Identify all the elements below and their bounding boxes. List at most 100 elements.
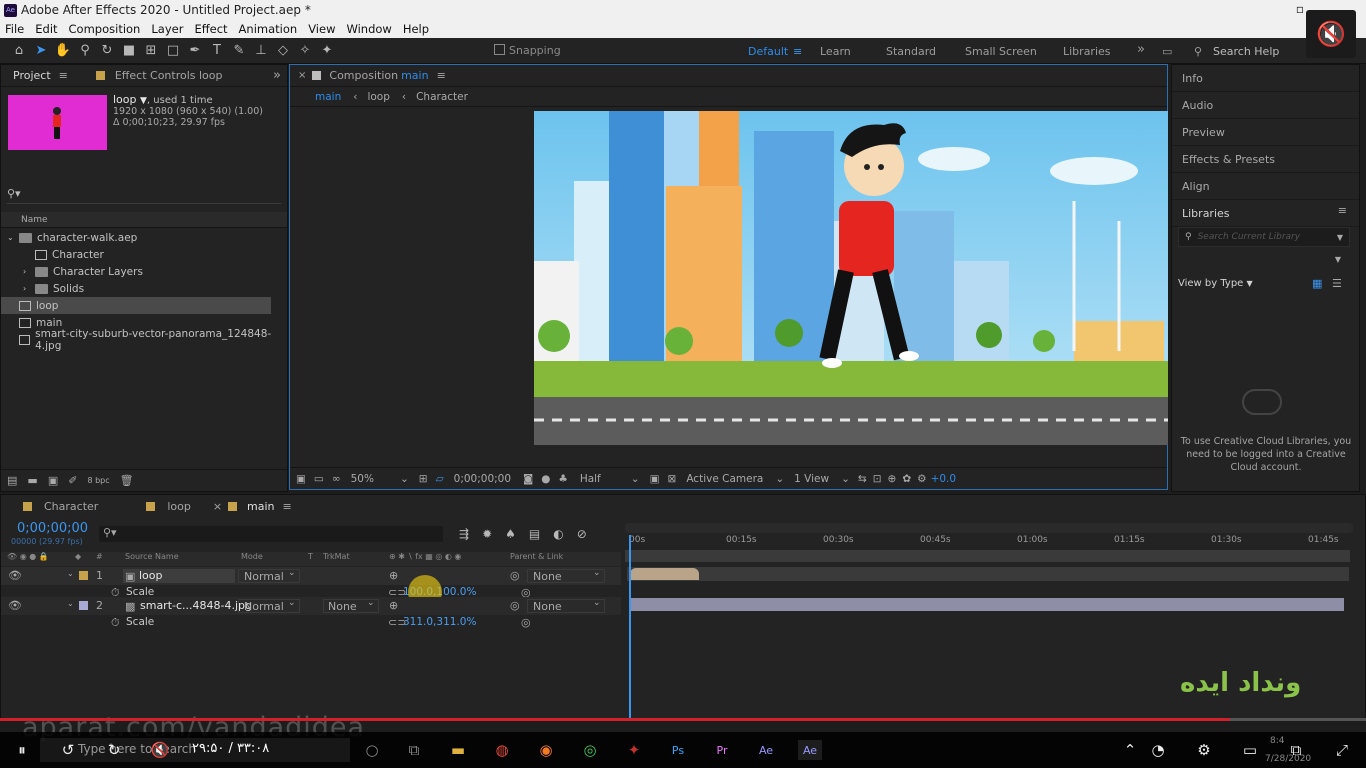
project-list-item[interactable]: Character xyxy=(1,246,287,263)
project-menu-icon[interactable]: ≡ xyxy=(59,69,68,82)
timeline-menu-icon[interactable]: ≡ xyxy=(283,500,292,513)
pick-whip-icon[interactable]: ◎ xyxy=(510,569,520,582)
views-select[interactable]: 1 View xyxy=(794,473,829,485)
rotate-tool-icon[interactable]: ↻ xyxy=(96,40,118,62)
menu-composition[interactable]: Composition xyxy=(64,22,147,36)
panel-audio[interactable]: Audio xyxy=(1172,92,1359,119)
menu-view[interactable]: View xyxy=(303,22,341,36)
libraries-search[interactable]: ⚲ Search Current Library ▼ xyxy=(1178,227,1350,247)
graph-editor-icon[interactable]: ⊘ xyxy=(577,527,587,541)
interpret-footage-icon[interactable]: ▤ xyxy=(7,474,17,487)
list-view-icon[interactable]: ☰ xyxy=(1332,277,1342,290)
toggle-mask-icon[interactable]: ▱ xyxy=(436,473,444,485)
snapshot-icon[interactable]: ▣ xyxy=(296,473,306,485)
menu-help[interactable]: Help xyxy=(398,22,435,36)
zoom-dropdown-icon[interactable]: ⌄ xyxy=(400,473,409,485)
timeline-tab-character[interactable]: Character xyxy=(44,500,98,513)
tab-effect-controls[interactable]: Effect Controls loop xyxy=(115,69,223,82)
firefox-icon[interactable]: ◉ xyxy=(534,740,558,760)
frame-blending-icon[interactable]: ▤ xyxy=(529,527,540,541)
playback-speed-icon[interactable]: ◔ xyxy=(1146,740,1170,760)
column-t[interactable]: T xyxy=(308,552,313,561)
parent-dropdown-icon[interactable]: ⌄ xyxy=(593,568,601,578)
playhead[interactable] xyxy=(629,535,631,721)
comp-mini-flowchart-icon[interactable]: ⇶ xyxy=(459,527,469,541)
timeline-tab-main[interactable]: main xyxy=(247,500,274,513)
mute-icon[interactable]: 🔇 xyxy=(1306,10,1356,58)
workspace-libraries[interactable]: Libraries xyxy=(1063,45,1111,58)
menu-animation[interactable]: Animation xyxy=(234,22,304,36)
toggle-grid-icon[interactable]: ⊞ xyxy=(419,473,428,485)
hand-tool-icon[interactable]: ✋ xyxy=(52,40,74,62)
libraries-menu-icon[interactable]: ≡ xyxy=(1338,204,1347,217)
timeline-icon[interactable]: ⊡ xyxy=(873,473,882,485)
settings-gear-icon[interactable]: ⚙ xyxy=(1192,740,1216,760)
vr-icon[interactable]: ∞ xyxy=(332,473,341,485)
column-source-name[interactable]: Source Name xyxy=(125,552,179,561)
visibility-eye-icon[interactable]: 👁 xyxy=(8,569,22,582)
expand-arrow-icon[interactable]: ⌄ xyxy=(67,569,74,578)
work-area-range[interactable] xyxy=(625,550,1350,562)
mode-dropdown-icon[interactable]: ⌄ xyxy=(288,568,296,578)
region-icon[interactable]: ▣ xyxy=(650,473,660,485)
panel-effects-presets[interactable]: Effects & Presets xyxy=(1172,146,1359,173)
layer-label-color[interactable] xyxy=(79,601,88,610)
new-comp-icon[interactable]: ▣ xyxy=(48,474,58,487)
workspace-default[interactable]: Default xyxy=(748,45,788,58)
menu-effect[interactable]: Effect xyxy=(189,22,233,36)
search-help-icon[interactable]: ⚲ xyxy=(1194,45,1202,58)
reset-exposure-icon[interactable]: ✿ xyxy=(902,473,911,485)
layer-row-2[interactable]: 👁 ⌄ 2 ▩ smart-c...4848-4.jpg Normal ⌄ No… xyxy=(1,597,621,615)
camera-tool-icon[interactable]: ■ xyxy=(118,40,140,62)
project-list-item[interactable]: loop xyxy=(1,297,271,314)
volume-mute-icon[interactable]: 🔇 xyxy=(148,740,172,760)
zoom-tool-icon[interactable]: ⚲ xyxy=(74,40,96,62)
resolution-dropdown-icon[interactable]: ⌄ xyxy=(631,473,640,485)
color-icon[interactable]: ♣ xyxy=(558,473,567,485)
fast-preview-icon[interactable]: ⇆ xyxy=(858,473,867,485)
adjust-icon[interactable]: ✐ xyxy=(68,474,77,487)
project-search-input[interactable]: ⚲▾ xyxy=(7,187,281,204)
expand-arrow-icon[interactable]: › xyxy=(23,267,35,276)
workspace-small-screen[interactable]: Small Screen xyxy=(965,45,1037,58)
clone-stamp-tool-icon[interactable]: ⊥ xyxy=(250,40,272,62)
project-list-item[interactable]: › Character Layers xyxy=(1,263,287,280)
flowchart-icon[interactable]: ⊕ xyxy=(888,473,897,485)
breadcrumb-character[interactable]: Character xyxy=(416,91,468,103)
panel-preview[interactable]: Preview xyxy=(1172,119,1359,146)
timeline-search-input[interactable]: ⚲▾ xyxy=(99,526,443,542)
menu-file[interactable]: File xyxy=(0,22,30,36)
camera-select[interactable]: Active Camera xyxy=(686,473,763,485)
comp-menu-icon[interactable]: ≡ xyxy=(437,69,446,82)
home-icon[interactable]: ⌂ xyxy=(8,40,30,62)
layer-label-color[interactable] xyxy=(79,571,88,580)
maximize-icon[interactable]: ▫ xyxy=(1296,2,1304,16)
theater-mode-icon[interactable]: ▭ xyxy=(1238,740,1262,760)
layer-row-1[interactable]: 👁 ⌄ 1 loop ▣ Normal ⌄ ⊕ ◎ None ⌄ xyxy=(1,567,621,585)
selection-tool-icon[interactable]: ➤ xyxy=(30,40,52,62)
project-column-name[interactable]: Name xyxy=(1,212,287,228)
collapse-transform-icon[interactable]: ⊕ xyxy=(389,569,398,582)
item-dropdown-icon[interactable]: ▼ xyxy=(140,96,147,106)
panel-overflow-icon[interactable]: » xyxy=(273,68,281,83)
tray-chevron-icon[interactable]: ⌃ xyxy=(1118,740,1142,760)
collapse-transform-icon[interactable]: ⊕ xyxy=(389,599,398,612)
whatsapp-icon[interactable]: ◎ xyxy=(578,740,602,760)
rewind-icon[interactable]: ↺ xyxy=(56,740,80,760)
premiere-icon[interactable]: Pr xyxy=(710,740,734,760)
breadcrumb-loop[interactable]: loop xyxy=(367,91,389,103)
rectangle-tool-icon[interactable]: □ xyxy=(162,40,184,62)
roto-brush-tool-icon[interactable]: ✧ xyxy=(294,40,316,62)
app-icon[interactable]: ✦ xyxy=(622,740,646,760)
layer-name[interactable]: loop xyxy=(123,569,235,583)
show-channel-icon[interactable]: ● xyxy=(541,473,550,485)
exposure-icon[interactable]: ⚙ xyxy=(917,473,926,485)
view-by-type[interactable]: View by Type ▼ xyxy=(1178,278,1253,289)
snapping-checkbox[interactable] xyxy=(494,44,505,55)
workspace-standard[interactable]: Standard xyxy=(886,45,936,58)
menu-window[interactable]: Window xyxy=(341,22,397,36)
pan-behind-tool-icon[interactable]: ⊞ xyxy=(140,40,162,62)
puppet-tool-icon[interactable]: ✦ xyxy=(316,40,338,62)
zoom-value[interactable]: 50% xyxy=(351,473,374,485)
library-select-icon[interactable]: ▼ xyxy=(1335,255,1341,264)
